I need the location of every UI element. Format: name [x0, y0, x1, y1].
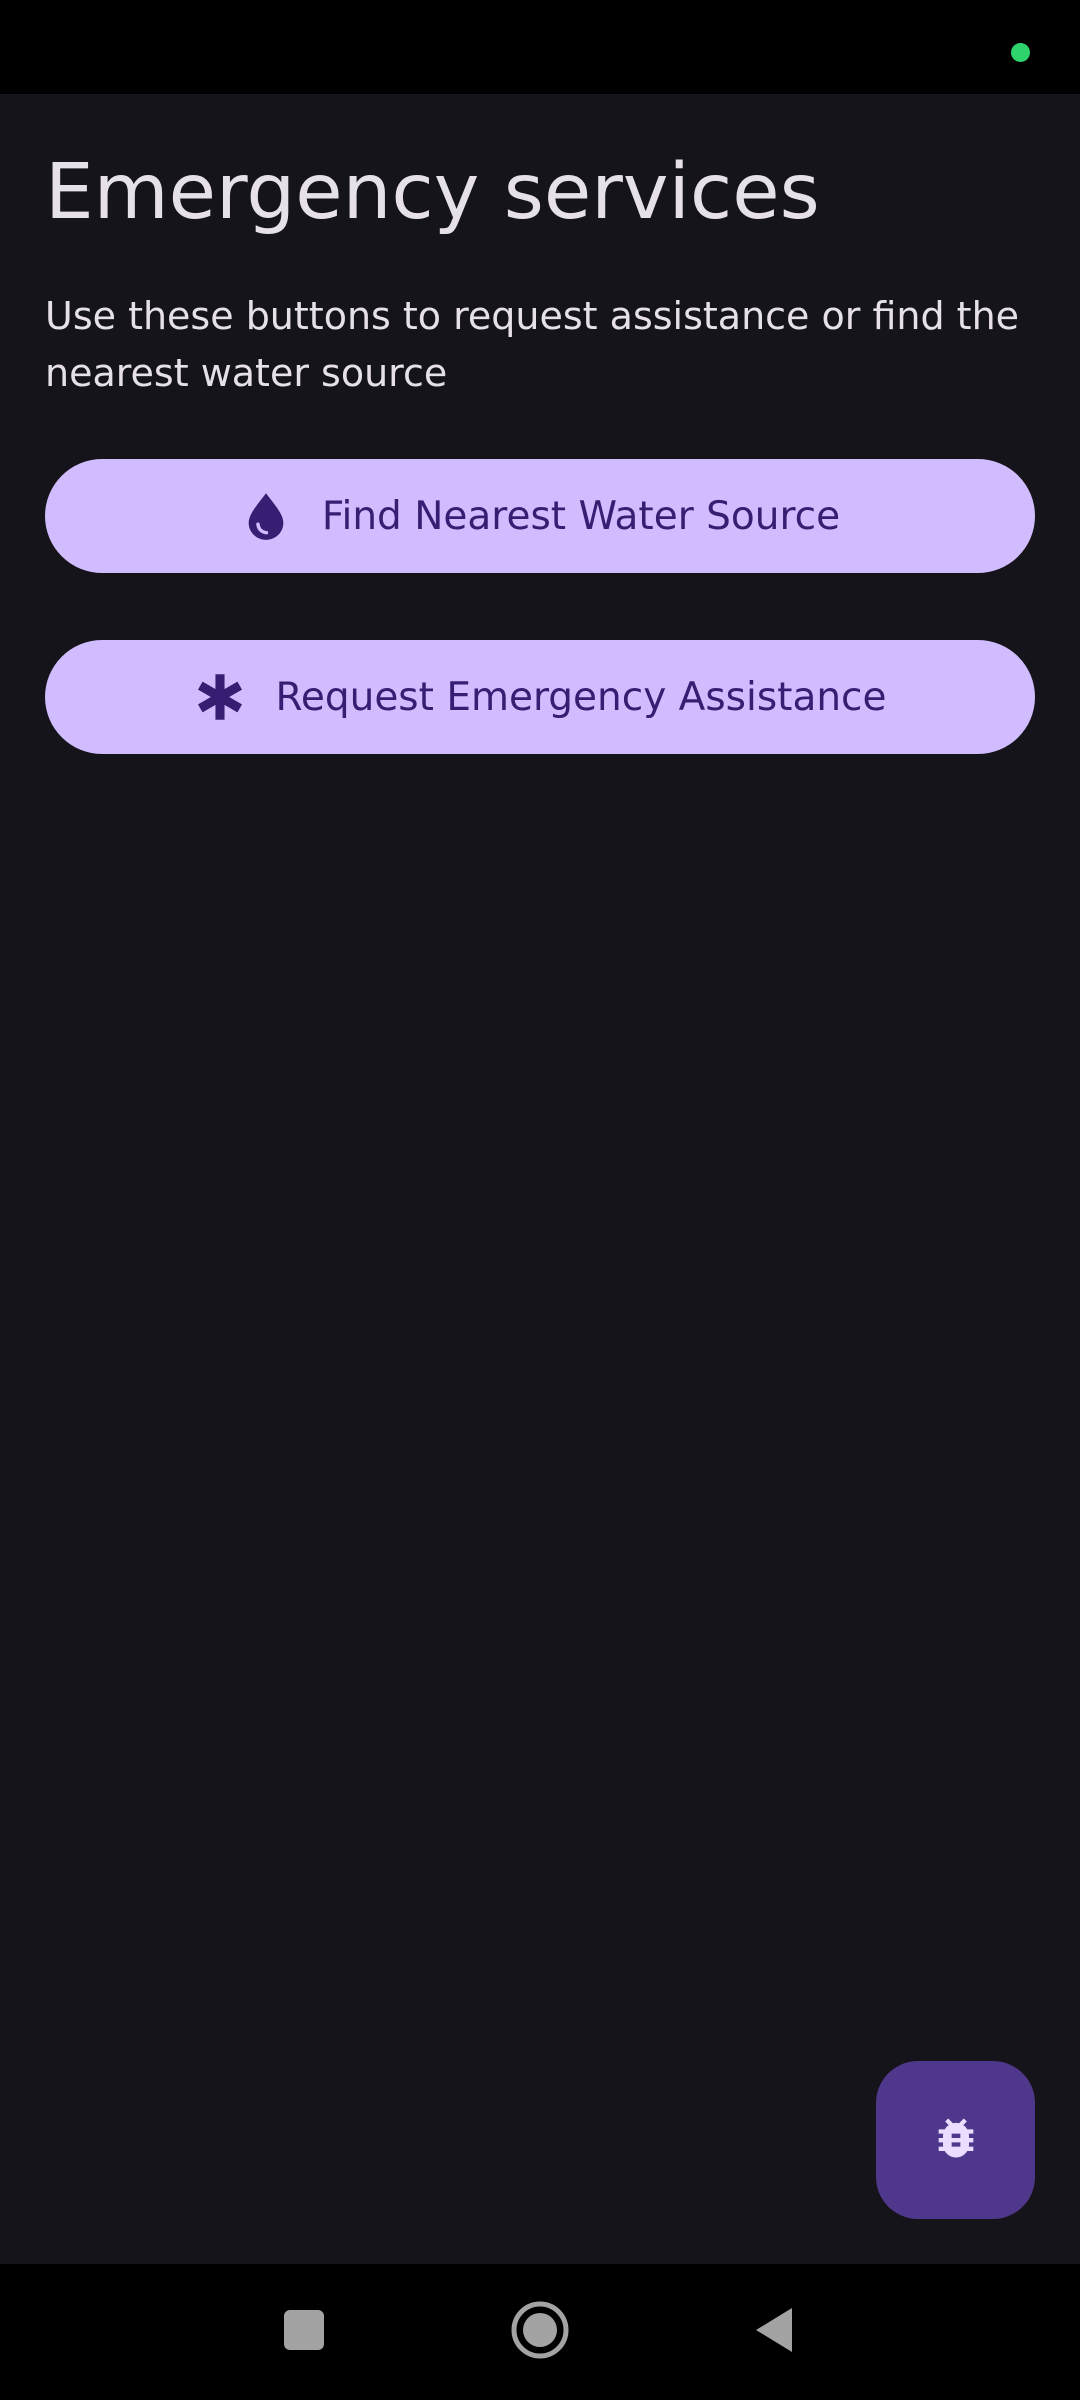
privacy-indicator-dot: [1011, 43, 1030, 62]
asterisk-icon: [194, 671, 246, 723]
circle-icon: [510, 2300, 570, 2364]
recents-button[interactable]: [244, 2264, 364, 2400]
page-title: Emergency services: [45, 148, 820, 237]
find-water-source-button[interactable]: Find Nearest Water Source: [45, 459, 1035, 573]
debug-fab[interactable]: [876, 2061, 1035, 2219]
request-emergency-assistance-label: Request Emergency Assistance: [275, 674, 887, 720]
app-screen: Emergency services Use these buttons to …: [0, 94, 1080, 2264]
triangle-back-icon: [752, 2305, 796, 2359]
water-drop-icon: [240, 490, 292, 542]
home-button[interactable]: [480, 2264, 600, 2400]
request-emergency-assistance-button[interactable]: Request Emergency Assistance: [45, 640, 1035, 754]
navigation-bar: [0, 2264, 1080, 2400]
square-icon: [282, 2308, 326, 2356]
back-button[interactable]: [714, 2264, 834, 2400]
status-bar: [0, 0, 1080, 94]
bug-icon: [930, 2112, 982, 2168]
page-description: Use these buttons to request assistance …: [45, 294, 1020, 395]
find-water-source-label: Find Nearest Water Source: [321, 493, 841, 539]
